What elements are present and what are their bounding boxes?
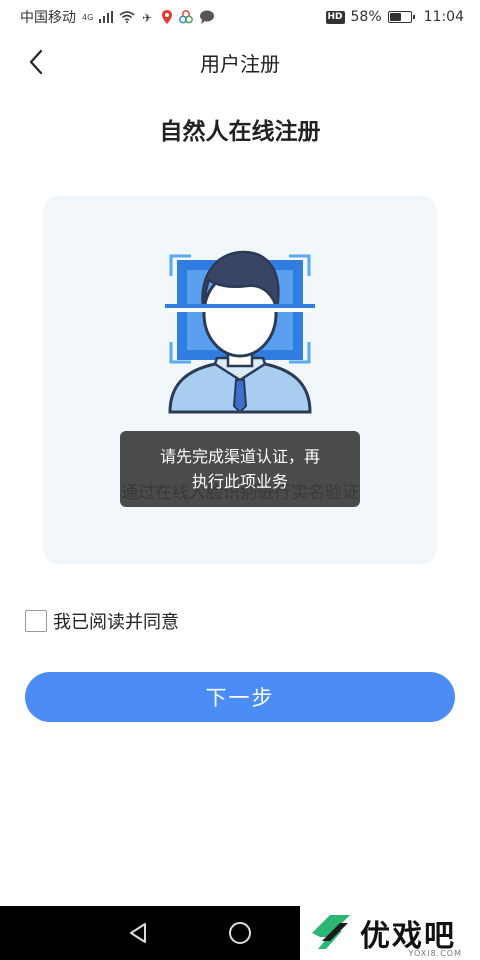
back-button[interactable] <box>20 46 52 78</box>
watermark-sub: YOXI8.COM <box>408 949 462 958</box>
app-notification-icon: ✈ <box>142 11 152 24</box>
page-title: 自然人在线注册 <box>159 119 321 145</box>
watermark-logo-icon <box>312 915 350 949</box>
agreement-row: 我已阅读并同意 <box>25 608 179 634</box>
toast-message: 请先完成渠道认证，再 执行此项业务 <box>120 431 360 507</box>
circle-home-icon[interactable] <box>227 920 253 946</box>
face-verify-card: 通过在线人脸识别进行实名验证 <box>43 196 437 564</box>
face-scan-icon <box>165 250 315 414</box>
carrier-name: 中国移动 <box>20 10 76 26</box>
battery-icon <box>387 11 415 23</box>
agreement-label[interactable]: 我已阅读并同意 <box>53 608 179 634</box>
hd-badge: HD <box>325 10 345 24</box>
status-bar: 中国移动 4G ✈ HD 58% 11:04 <box>0 0 480 34</box>
triangle-back-icon[interactable] <box>125 920 151 946</box>
signal-icon <box>99 11 114 23</box>
svg-text:✈: ✈ <box>142 11 152 24</box>
status-left: 中国移动 4G ✈ <box>20 7 215 27</box>
chevron-left-icon <box>29 49 43 75</box>
app-header: 用户注册 <box>0 34 480 90</box>
message-icon <box>200 10 215 24</box>
battery-percent: 58% <box>350 9 382 25</box>
clock-time: 11:04 <box>423 9 464 25</box>
next-step-button[interactable]: 下一步 <box>25 672 455 722</box>
toast-line-2: 执行此项业务 <box>191 472 288 491</box>
wifi-icon <box>119 11 135 23</box>
toast-line-1: 请先完成渠道认证，再 <box>159 447 320 466</box>
network-type: 4G <box>82 12 94 22</box>
agreement-checkbox[interactable] <box>25 610 47 632</box>
app-logo-icon <box>179 10 194 24</box>
map-pin-icon <box>162 10 173 24</box>
battery-fill <box>389 13 402 21</box>
status-right: HD 58% 11:04 <box>325 9 464 25</box>
watermark-logo: 优戏吧 YOXI8.COM <box>300 906 480 960</box>
header-title: 用户注册 <box>200 51 280 76</box>
